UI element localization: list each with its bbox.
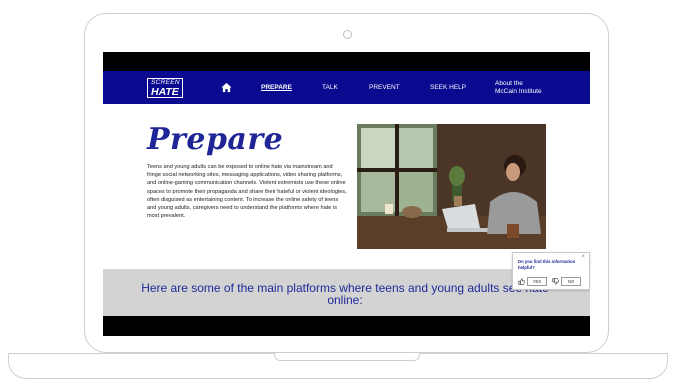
hero-photo	[357, 124, 546, 249]
nav-item-prevent[interactable]: PREVENT	[369, 71, 400, 104]
close-icon[interactable]: ×	[581, 254, 585, 260]
nav-item-seek-help[interactable]: SEEK HELP	[430, 71, 466, 104]
nav-item-talk[interactable]: TALK	[322, 71, 338, 104]
about-line1: About the	[495, 80, 523, 87]
platforms-heading: Here are some of the main platforms wher…	[141, 281, 549, 307]
laptop-camera	[343, 30, 352, 39]
thumbs-down-icon	[552, 278, 559, 285]
nav-item-about[interactable]: About the McCain Institute	[495, 80, 542, 96]
hero-photo-illustration	[357, 124, 546, 249]
page-title: Prepare	[147, 122, 284, 157]
site-logo[interactable]: SCREEN HATE	[147, 78, 183, 98]
laptop-notch	[274, 353, 420, 361]
site-nav: SCREEN HATE PREPARE TALK PREVENT SEEK HE…	[103, 71, 590, 104]
thumbs-up-icon	[518, 278, 525, 285]
yes-button[interactable]: YES	[527, 277, 547, 286]
nav-item-prepare[interactable]: PREPARE	[261, 71, 292, 104]
logo-line2: HATE	[151, 85, 179, 98]
no-button[interactable]: NO	[561, 277, 581, 286]
intro-paragraph: Teens and young adults can be exposed to…	[147, 164, 347, 220]
bottom-black-bar	[103, 316, 590, 336]
home-icon[interactable]	[221, 82, 232, 93]
about-line2: McCain Institute	[495, 88, 542, 95]
browser-screen: SCREEN HATE PREPARE TALK PREVENT SEEK HE…	[103, 52, 590, 336]
feedback-widget: × Do you find this information helpful? …	[512, 252, 590, 290]
feedback-question: Do you find this information helpful?	[518, 259, 576, 270]
top-black-bar	[103, 52, 590, 71]
